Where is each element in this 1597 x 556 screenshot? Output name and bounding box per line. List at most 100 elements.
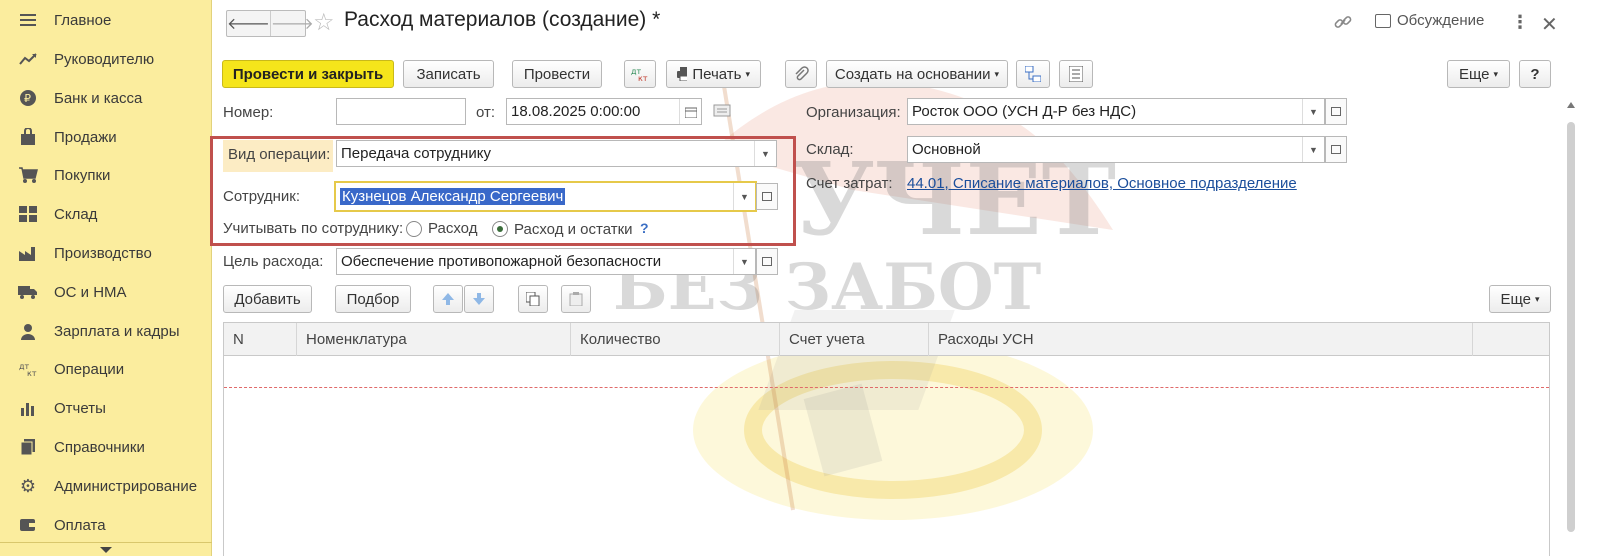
- sidebar-item-warehouse[interactable]: Склад: [0, 195, 212, 233]
- purpose-value: Обеспечение противопожарной безопасности: [341, 253, 662, 270]
- sidebar-item-manager[interactable]: Руководителю: [0, 40, 212, 78]
- purpose-open-button[interactable]: [756, 248, 778, 275]
- copy-row-button[interactable]: [518, 285, 548, 313]
- menu-icon: [18, 10, 38, 30]
- caret-down-icon: ▾: [1535, 293, 1540, 304]
- date-value: 18.08.2025 0:00:00: [511, 103, 641, 120]
- operation-type-label: Вид операции:: [228, 146, 331, 163]
- column-header-nomenclature[interactable]: Номенклатура: [297, 323, 571, 356]
- pick-button[interactable]: Подбор: [335, 285, 411, 313]
- sidebar-item-label: ОС и НМА: [54, 283, 127, 301]
- paste-button[interactable]: [561, 285, 591, 313]
- save-button[interactable]: Записать: [403, 60, 494, 88]
- create-based-label: Создать на основании: [834, 65, 991, 83]
- open-window-icon: [1331, 145, 1341, 154]
- discuss-button[interactable]: Обсуждение: [1375, 12, 1484, 29]
- move-down-button[interactable]: [464, 285, 494, 313]
- print-button[interactable]: Печать ▾: [666, 60, 761, 88]
- attach-button[interactable]: [785, 60, 817, 88]
- sidebar-item-label: Администрирование: [54, 477, 198, 495]
- favorite-star-icon[interactable]: ☆: [313, 8, 335, 37]
- column-header-usn-expenses[interactable]: Расходы УСН: [929, 323, 1473, 356]
- cost-account-link[interactable]: 44.01, Списание материалов, Основное под…: [907, 175, 1297, 192]
- calculator-icon[interactable]: [713, 103, 731, 118]
- radio-expense-balance-label[interactable]: Расход и остатки: [514, 221, 633, 238]
- organization-open-button[interactable]: [1325, 98, 1347, 125]
- sidebar-item-label: Банк и касса: [54, 89, 143, 107]
- chevron-down-icon[interactable]: ▼: [1302, 99, 1324, 124]
- date-field[interactable]: 18.08.2025 0:00:00: [506, 98, 702, 125]
- structure-button[interactable]: [1016, 60, 1050, 88]
- more-button[interactable]: Еще ▾: [1447, 60, 1510, 88]
- sidebar-item-production[interactable]: Производство: [0, 234, 212, 272]
- sidebar-item-label: Склад: [54, 205, 98, 223]
- add-row-button[interactable]: Добавить: [223, 285, 312, 313]
- post-and-close-button[interactable]: Провести и закрыть: [222, 60, 394, 88]
- warehouse-field[interactable]: Основной ▼: [907, 136, 1325, 163]
- move-up-button[interactable]: [433, 285, 463, 313]
- employee-field[interactable]: Кузнецов Александр Сергеевич ▼: [334, 181, 757, 212]
- sidebar-item-purchases[interactable]: Покупки: [0, 156, 212, 194]
- sidebar-item-sales[interactable]: Продажи: [0, 118, 212, 156]
- radio-expense[interactable]: [406, 221, 422, 237]
- warehouse-icon: [18, 204, 38, 224]
- arrow-up-icon: [442, 293, 454, 305]
- help-question-icon[interactable]: ?: [640, 220, 649, 236]
- scrollbar-thumb[interactable]: [1567, 122, 1575, 532]
- sidebar-item-fixed-assets[interactable]: ОС и НМА: [0, 273, 212, 311]
- calendar-icon[interactable]: [679, 99, 701, 124]
- create-based-on-button[interactable]: Создать на основании ▾: [826, 60, 1008, 88]
- post-button[interactable]: Провести: [512, 60, 602, 88]
- sidebar-item-bank[interactable]: ₽ Банк и касса: [0, 79, 212, 117]
- chevron-up-icon: [1567, 102, 1575, 108]
- document-form: УЧЕТ БЕЗ ЗАБОТ 🡐 🡒 ☆ Расход материалов (…: [210, 0, 1597, 556]
- paperclip-icon: [795, 66, 809, 81]
- help-button[interactable]: ?: [1519, 60, 1551, 88]
- close-icon[interactable]: ✕: [1541, 12, 1558, 37]
- chevron-down-icon[interactable]: ▼: [733, 183, 755, 210]
- column-header-account[interactable]: Счет учета: [780, 323, 929, 356]
- operation-type-field[interactable]: Передача сотруднику ▼: [336, 140, 777, 167]
- table-more-label: Еще: [1500, 290, 1531, 308]
- sidebar-item-salary[interactable]: Зарплата и кадры: [0, 312, 212, 350]
- sidebar-item-main[interactable]: Главное: [0, 1, 212, 39]
- chevron-down-icon[interactable]: ▼: [1302, 137, 1324, 162]
- chevron-down-icon[interactable]: ▼: [733, 249, 755, 274]
- print-label: Печать: [692, 65, 742, 83]
- chevron-down-icon[interactable]: ▼: [754, 141, 776, 166]
- warehouse-open-button[interactable]: [1325, 136, 1347, 163]
- bar-chart-icon: [18, 398, 38, 418]
- report-button[interactable]: [1059, 60, 1093, 88]
- sidebar-item-payment[interactable]: Оплата: [0, 506, 212, 544]
- column-header-quantity[interactable]: Количество: [571, 323, 780, 356]
- chat-bubble-icon: [1375, 13, 1391, 28]
- sidebar-item-admin[interactable]: ⚙ Администрирование: [0, 467, 212, 505]
- radio-expense-label[interactable]: Расход: [428, 220, 477, 237]
- form-scrollbar[interactable]: [1567, 100, 1575, 540]
- warehouse-value: Основной: [912, 141, 981, 158]
- sidebar-item-reports[interactable]: Отчеты: [0, 389, 212, 427]
- app-window: Главное Руководителю ₽ Банк и касса Прод…: [0, 0, 1597, 556]
- more-options-icon[interactable]: ⋮: [1511, 12, 1529, 33]
- table-row-separator: [224, 387, 1549, 388]
- discuss-label: Обсуждение: [1397, 12, 1485, 29]
- link-icon[interactable]: [1333, 12, 1355, 34]
- materials-table: N Номенклатура Количество Счет учета Рас…: [223, 322, 1550, 556]
- purpose-field[interactable]: Обеспечение противопожарной безопасности…: [336, 248, 756, 275]
- back-button[interactable]: 🡐: [227, 11, 270, 36]
- number-field[interactable]: [336, 98, 466, 125]
- sidebar-item-operations[interactable]: дт кт Операции: [0, 350, 212, 388]
- open-window-icon: [1331, 107, 1341, 116]
- forward-button[interactable]: 🡒: [269, 11, 314, 36]
- cart-icon: [18, 165, 38, 185]
- dt-kt-button[interactable]: дт кт: [624, 60, 656, 88]
- table-more-button[interactable]: Еще ▾: [1489, 285, 1551, 313]
- organization-field[interactable]: Росток ООО (УСН Д-Р без НДС) ▼: [907, 98, 1325, 125]
- sidebar-item-label: Продажи: [54, 128, 117, 146]
- sidebar-scroll-down[interactable]: [0, 542, 212, 556]
- sidebar-item-directories[interactable]: Справочники: [0, 428, 212, 466]
- radio-expense-balance[interactable]: [492, 221, 508, 237]
- sidebar-item-label: Справочники: [54, 438, 145, 456]
- column-header-n[interactable]: N: [224, 323, 297, 356]
- employee-open-button[interactable]: [756, 183, 778, 210]
